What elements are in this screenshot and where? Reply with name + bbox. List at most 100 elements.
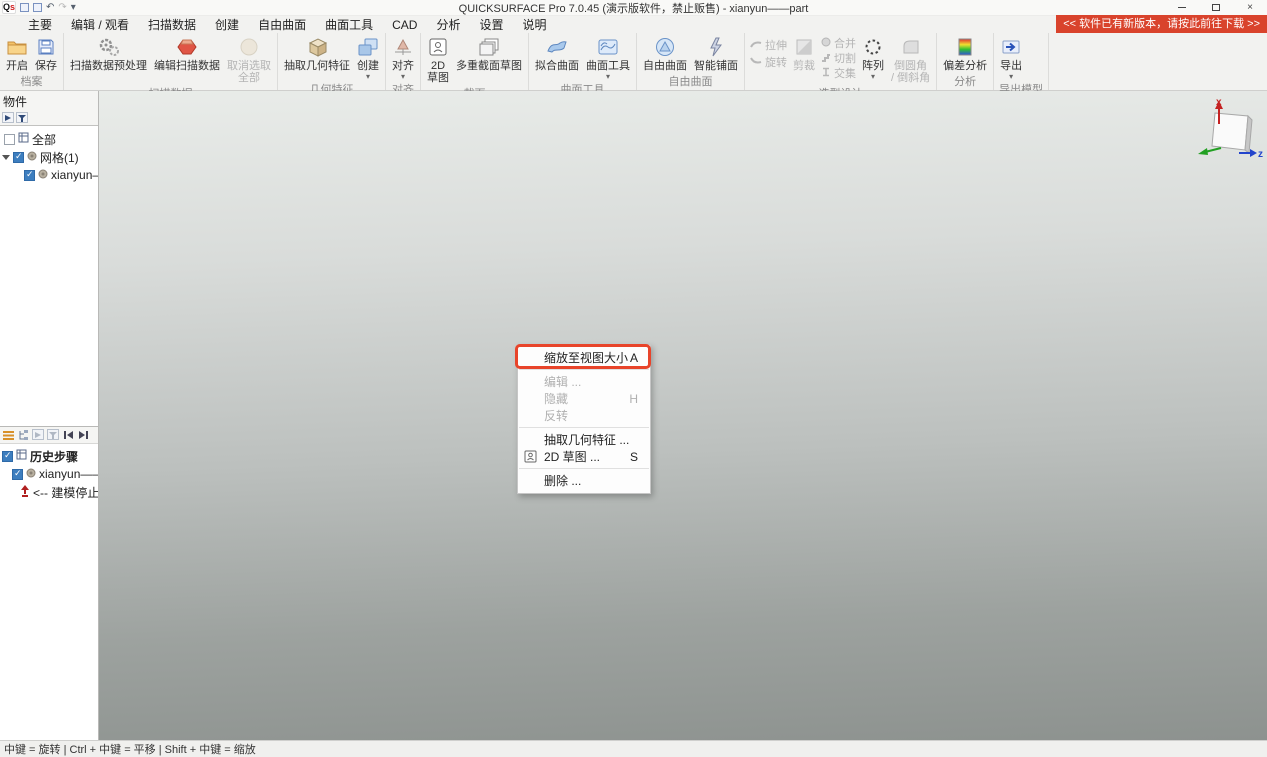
minimize-button[interactable]: [1165, 0, 1199, 15]
menu-analysis[interactable]: 分析: [436, 16, 460, 33]
checkbox[interactable]: [12, 469, 23, 480]
align-button[interactable]: 对齐 ▾: [389, 34, 417, 80]
fit-surface-button[interactable]: 拟合曲面: [532, 34, 582, 72]
update-banner[interactable]: << 软件已有新版本，请按此前往下载 >>: [1056, 15, 1267, 33]
merge-icon: [821, 37, 831, 51]
save-button[interactable]: 保存: [32, 34, 60, 72]
undo-icon[interactable]: ↶: [46, 2, 54, 14]
menu-edit-view[interactable]: 编辑 / 观看: [71, 16, 129, 33]
play-icon[interactable]: [32, 429, 44, 440]
checkbox[interactable]: [24, 170, 35, 181]
menu-item-hide[interactable]: 隐藏 H: [518, 390, 650, 407]
menu-settings[interactable]: 设置: [479, 16, 503, 33]
menu-scan-data[interactable]: 扫描数据: [148, 16, 196, 33]
freeform-surface-button[interactable]: 自由曲面: [640, 34, 690, 72]
menu-freeform[interactable]: 自由曲面: [258, 16, 306, 33]
menu-cad[interactable]: CAD: [392, 18, 417, 32]
ribbon-group-geometry: 抽取几何特征 创建 ▾ 几何特征: [278, 33, 386, 90]
filter-icon[interactable]: [47, 429, 59, 440]
save-icon[interactable]: [20, 3, 29, 12]
sketch-2d-button[interactable]: 2D 草图: [424, 34, 452, 84]
chevron-expand-icon[interactable]: [2, 155, 10, 160]
shortcut-key: A: [630, 351, 638, 365]
extrude-button[interactable]: 拉伸: [750, 39, 787, 53]
list-view-icon[interactable]: [2, 429, 14, 440]
smart-surface-button[interactable]: 智能铺面: [691, 34, 741, 72]
cut-button[interactable]: 切割: [821, 52, 856, 66]
tree-item-all[interactable]: 全部: [0, 130, 98, 148]
menu-item-edit[interactable]: 编辑 ...: [518, 373, 650, 390]
tree-item-xianyun[interactable]: xianyun——p: [0, 166, 98, 184]
revolve-button[interactable]: 旋转: [750, 56, 787, 70]
ribbon-group-align: 对齐 ▾ 对齐: [386, 33, 421, 90]
skip-start-icon[interactable]: [62, 429, 74, 440]
merge-button[interactable]: 合并: [821, 37, 856, 51]
model-plate: [1212, 113, 1248, 150]
axis-x-label: x: [1216, 97, 1222, 108]
lightning-icon: [707, 35, 725, 59]
status-text: 中键 = 旋转 | Ctrl + 中键 = 平移 | Shift + 中键 = …: [4, 741, 256, 757]
tree-view-icon[interactable]: [17, 429, 29, 440]
array-button[interactable]: 阵列 ▾: [859, 34, 887, 80]
ribbon-group-surface-tools: 拟合曲面 曲面工具 ▾ 曲面工具: [529, 33, 637, 90]
export-arrow-icon: [1002, 35, 1020, 59]
tree-item-label: 全部: [32, 131, 56, 148]
edit-scan-data-button[interactable]: 编辑扫描数据: [151, 34, 223, 72]
multi-section-sketch-button[interactable]: 多重截面草图: [453, 34, 525, 72]
menu-main[interactable]: 主要: [28, 16, 52, 33]
checkbox[interactable]: [4, 134, 15, 145]
shortcut-key: S: [630, 450, 638, 464]
checkbox[interactable]: [2, 451, 13, 462]
chevron-down-icon: ▾: [606, 73, 610, 80]
ribbon-group-freeform: 自由曲面 智能铺面 自由曲面: [637, 33, 745, 90]
create-button[interactable]: 创建 ▾: [354, 34, 382, 80]
trim-button[interactable]: 剪裁: [790, 34, 818, 72]
list-icon: [18, 132, 29, 146]
menu-separator: [519, 369, 649, 370]
menu-item-extract-feature[interactable]: 抽取几何特征 ...: [518, 431, 650, 448]
menu-surface-tools[interactable]: 曲面工具: [325, 16, 373, 33]
surface-patch-icon: [598, 35, 618, 59]
redo-icon[interactable]: ↷: [58, 2, 66, 14]
menu-help[interactable]: 说明: [522, 16, 546, 33]
viewport-3d[interactable]: x z: [99, 91, 1267, 740]
menu-item-invert[interactable]: 反转: [518, 407, 650, 424]
skip-end-icon[interactable]: [77, 429, 89, 440]
checkbox[interactable]: [13, 152, 24, 163]
mesh-icon: [38, 168, 48, 182]
deviation-analysis-button[interactable]: 偏差分析: [940, 34, 990, 72]
menu-item-zoom-to-fit[interactable]: 缩放至视图大小 A: [518, 349, 650, 366]
open-button[interactable]: 开启: [3, 34, 31, 72]
scan-preprocess-button[interactable]: 扫描数据预处理: [67, 34, 150, 72]
show-all-icon[interactable]: [2, 112, 14, 123]
shortcut-key: H: [629, 392, 638, 406]
fillet-chamfer-button[interactable]: 倒圆角 / 倒斜角: [888, 34, 933, 84]
tree-item-label: xianyun——p: [51, 168, 98, 182]
tree-item-history-root[interactable]: 历史步骤: [0, 447, 98, 465]
mesh-edit-icon: [177, 35, 197, 59]
tree-item-mesh[interactable]: 网格(1): [0, 148, 98, 166]
menu-item-delete[interactable]: 删除 ...: [518, 472, 650, 489]
deselect-all-button[interactable]: 取消选取 全部: [224, 34, 274, 84]
surface-tools-button[interactable]: 曲面工具 ▾: [583, 34, 633, 80]
menu-create[interactable]: 创建: [215, 16, 239, 33]
close-button[interactable]: ×: [1233, 0, 1267, 15]
maximize-button[interactable]: [1199, 0, 1233, 15]
menu-item-2d-sketch[interactable]: 2D 草图 ... S: [518, 448, 650, 465]
extract-feature-button[interactable]: 抽取几何特征: [281, 34, 353, 72]
history-toolbar: [0, 427, 98, 444]
rainbow-gradient-icon: [958, 35, 972, 59]
chevron-down-icon: ▾: [1009, 73, 1013, 80]
ribbon-group-analysis: 偏差分析 分析: [937, 33, 994, 90]
cut-icon: [821, 52, 831, 66]
filter-icon[interactable]: [16, 112, 28, 123]
save-as-icon[interactable]: [33, 3, 42, 12]
chevron-down-icon: ▾: [401, 73, 405, 80]
tree-item-model-stop[interactable]: <-- 建模停止 -->: [0, 483, 98, 501]
tree-item-history-part[interactable]: xianyun——par: [0, 465, 98, 483]
customize-toolbar-icon[interactable]: ▾: [71, 2, 76, 14]
export-button[interactable]: 导出 ▾: [997, 34, 1025, 80]
intersect-button[interactable]: 交集: [821, 67, 856, 81]
axis-y-arrow: [1198, 148, 1208, 155]
stacked-pages-icon: [479, 35, 499, 59]
